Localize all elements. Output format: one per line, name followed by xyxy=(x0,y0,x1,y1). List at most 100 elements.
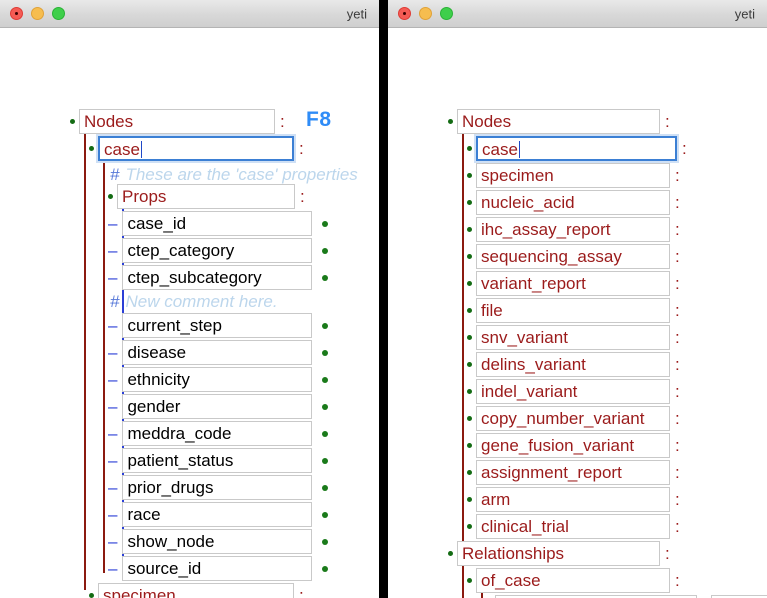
bullet-icon xyxy=(467,524,472,529)
prop-name-input[interactable]: ctep_subcategory xyxy=(122,265,313,290)
node-name-input[interactable]: clinical_trial xyxy=(476,514,670,539)
list-item[interactable]: sequencing_assay : xyxy=(467,243,680,270)
colon-separator: : xyxy=(665,543,670,563)
list-item[interactable]: arm : xyxy=(467,486,680,513)
comment-hash-icon: # xyxy=(110,164,120,184)
node-name-input[interactable]: copy_number_variant xyxy=(476,406,670,431)
prop-name-input[interactable]: case_id xyxy=(122,211,313,236)
prop-name-input[interactable]: patient_status xyxy=(122,448,313,473)
node-name-input[interactable]: specimen xyxy=(98,583,294,598)
left-traffic-lights xyxy=(0,7,65,20)
node-name-input[interactable]: case xyxy=(98,136,294,161)
colon-separator: : xyxy=(675,354,680,374)
prop-name-input[interactable]: ethnicity xyxy=(122,367,313,392)
list-item[interactable]: specimen : xyxy=(467,162,680,189)
props-header-label[interactable]: Props xyxy=(117,184,295,209)
zoom-button[interactable] xyxy=(440,7,453,20)
right-root-label[interactable]: Nodes xyxy=(457,109,660,134)
list-item[interactable]: – ctep_category xyxy=(108,237,329,264)
node-name-input[interactable]: indel_variant xyxy=(476,379,670,404)
window-divider xyxy=(379,0,388,598)
prop-name-input[interactable]: current_step xyxy=(122,313,313,338)
prop-name-input[interactable]: show_node xyxy=(122,529,313,554)
list-item[interactable]: – patient_status xyxy=(108,447,329,474)
node-name-input[interactable]: assignment_report xyxy=(476,460,670,485)
minimize-button[interactable] xyxy=(31,7,44,20)
colon-separator: : xyxy=(675,327,680,347)
colon-separator: : xyxy=(682,138,687,158)
colon-separator: : xyxy=(675,165,680,185)
colon-separator: : xyxy=(675,300,680,320)
prop-name-input[interactable]: source_id xyxy=(122,556,313,581)
node-name-input[interactable]: delins_variant xyxy=(476,352,670,377)
colon-separator: : xyxy=(675,570,680,590)
list-item[interactable]: – meddra_code xyxy=(108,420,329,447)
list-item[interactable]: ihc_assay_report : xyxy=(467,216,680,243)
right-relationships-header[interactable]: Relationships : xyxy=(448,540,670,567)
colon-separator: : xyxy=(665,111,670,131)
list-item[interactable]: – ethnicity xyxy=(108,366,329,393)
node-name-input[interactable]: case xyxy=(476,136,677,161)
status-dot-icon xyxy=(322,484,329,491)
prop-name-input[interactable]: meddra_code xyxy=(122,421,313,446)
list-item[interactable]: – ctep_subcategory xyxy=(108,264,329,291)
list-item[interactable]: copy_number_variant : xyxy=(467,405,680,432)
right-relationship-of-case[interactable]: of_case : xyxy=(467,567,680,594)
node-name-input[interactable]: nucleic_acid xyxy=(476,190,670,215)
dash-icon: – xyxy=(108,478,118,497)
comment-line-2[interactable]: # New comment here. xyxy=(110,288,278,315)
list-item[interactable]: – current_step xyxy=(108,312,329,339)
left-node-specimen[interactable]: specimen : xyxy=(89,582,304,598)
right-node-root[interactable]: Nodes : xyxy=(448,108,670,135)
list-item[interactable]: – prior_drugs xyxy=(108,474,329,501)
right-mul-row[interactable]: Mul : xyxy=(486,594,707,598)
minimize-button[interactable] xyxy=(419,7,432,20)
node-name-input[interactable]: ihc_assay_report xyxy=(476,217,670,242)
bullet-icon xyxy=(467,173,472,178)
node-name-input[interactable]: gene_fusion_variant xyxy=(476,433,670,458)
list-item[interactable]: file : xyxy=(467,297,680,324)
bullet-icon xyxy=(467,335,472,340)
list-item[interactable]: snv_variant : xyxy=(467,324,680,351)
comment-text: New comment here. xyxy=(125,291,278,311)
bullet-icon xyxy=(89,593,94,598)
prop-name-input[interactable]: ctep_category xyxy=(122,238,313,263)
list-item[interactable]: – case_id xyxy=(108,210,329,237)
close-button[interactable] xyxy=(10,7,23,20)
relationships-label[interactable]: Relationships xyxy=(457,541,660,566)
node-name-input[interactable]: snv_variant xyxy=(476,325,670,350)
prop-name-input[interactable]: prior_drugs xyxy=(122,475,313,500)
prop-name-input[interactable]: gender xyxy=(122,394,313,419)
list-item[interactable]: variant_report : xyxy=(467,270,680,297)
node-name-input[interactable]: sequencing_assay xyxy=(476,244,670,269)
prop-name-input[interactable]: race xyxy=(122,502,313,527)
node-name-input[interactable]: file xyxy=(476,298,670,323)
left-focused-node[interactable]: case : xyxy=(89,135,304,162)
right-focused-node[interactable]: case : xyxy=(467,135,687,162)
list-item[interactable]: – show_node xyxy=(108,528,329,555)
list-item[interactable]: clinical_trial : xyxy=(467,513,680,540)
list-item[interactable]: delins_variant : xyxy=(467,351,680,378)
node-name-input[interactable]: arm xyxy=(476,487,670,512)
list-item[interactable]: – disease xyxy=(108,339,329,366)
keyboard-hint-f8: F8 xyxy=(306,108,332,131)
list-item[interactable]: indel_variant : xyxy=(467,378,680,405)
list-item[interactable]: gene_fusion_variant : xyxy=(467,432,680,459)
status-dot-icon xyxy=(322,220,329,227)
list-item[interactable]: nucleic_acid : xyxy=(467,189,680,216)
list-item[interactable]: assignment_report : xyxy=(467,459,680,486)
list-item[interactable]: – race xyxy=(108,501,329,528)
bullet-icon xyxy=(467,443,472,448)
list-item[interactable]: – source_id xyxy=(108,555,329,582)
left-props-header[interactable]: Props : xyxy=(108,183,305,210)
relationship-name-input[interactable]: of_case xyxy=(476,568,670,593)
prop-name-input[interactable]: disease xyxy=(122,340,313,365)
bullet-icon xyxy=(467,281,472,286)
list-item[interactable]: – gender xyxy=(108,393,329,420)
left-node-root[interactable]: Nodes : xyxy=(70,108,285,135)
left-root-label[interactable]: Nodes xyxy=(79,109,275,134)
node-name-input[interactable]: variant_report xyxy=(476,271,670,296)
close-button[interactable] xyxy=(398,7,411,20)
zoom-button[interactable] xyxy=(52,7,65,20)
node-name-input[interactable]: specimen xyxy=(476,163,670,188)
